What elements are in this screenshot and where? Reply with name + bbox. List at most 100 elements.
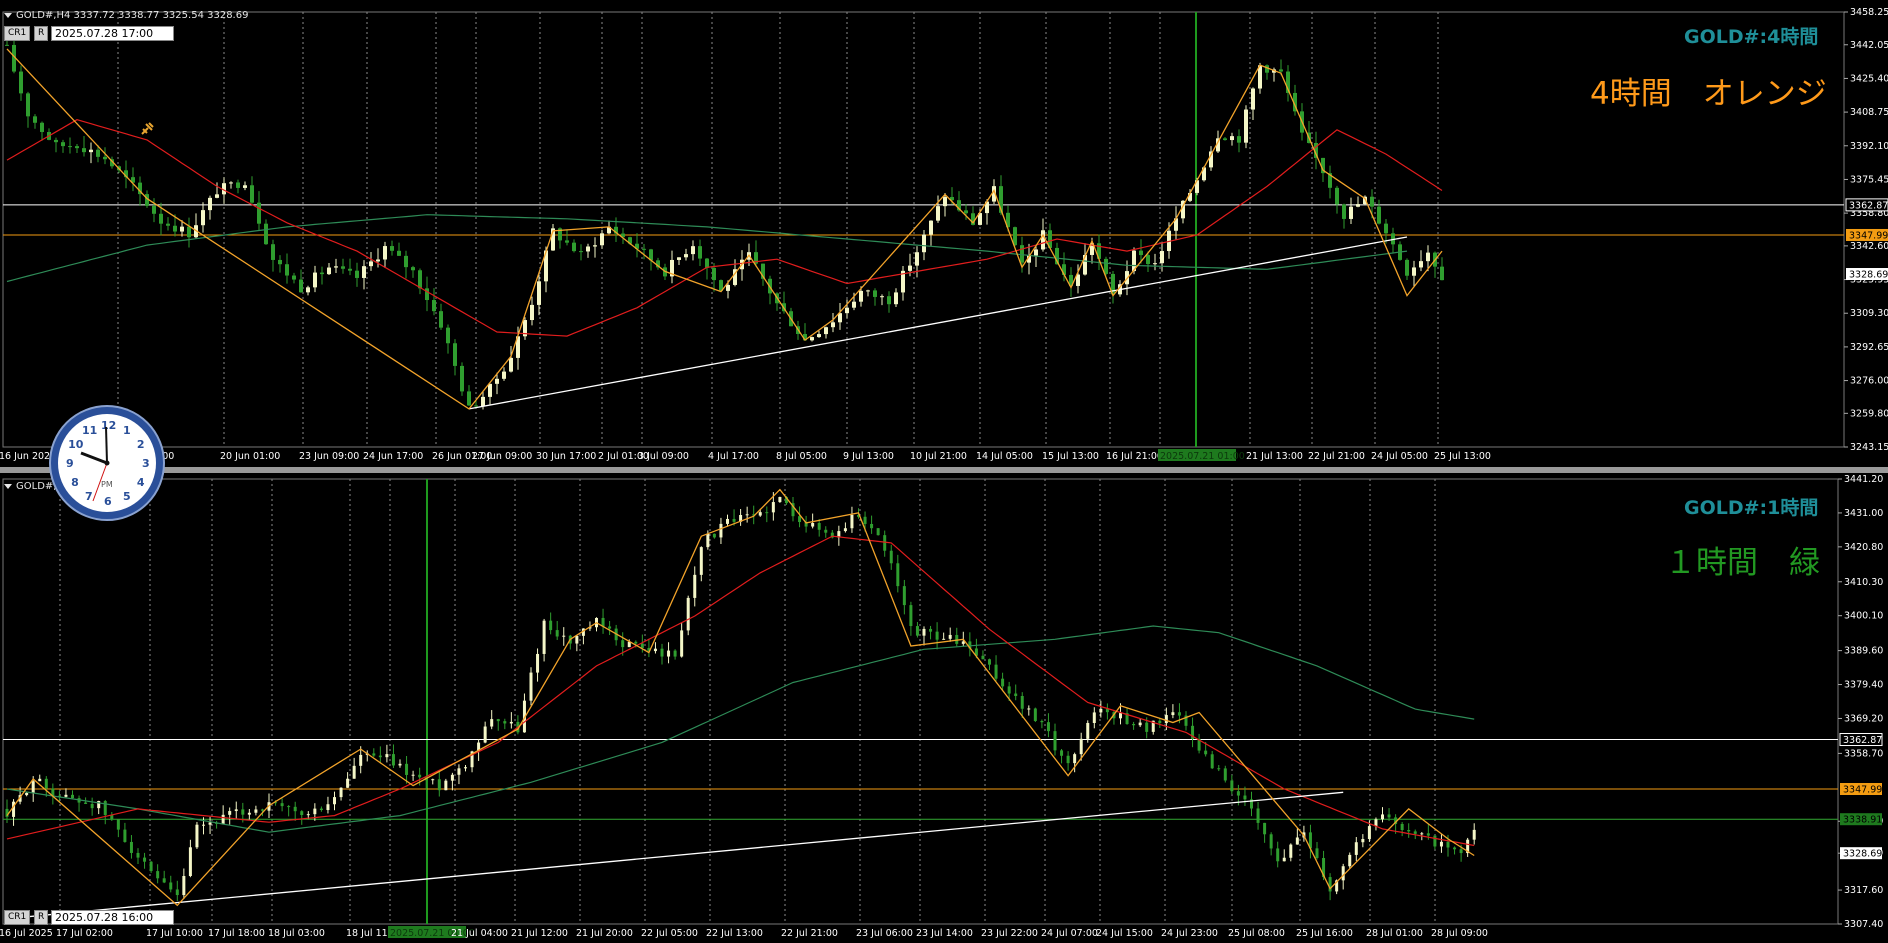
- clock-number: 5: [123, 490, 131, 503]
- clock-number: 11: [82, 424, 97, 437]
- candle-body: [948, 634, 952, 639]
- candle-body: [1361, 838, 1365, 843]
- symbol-title: GOLD#:1時間: [1684, 497, 1819, 519]
- candle-body: [271, 244, 275, 260]
- candle-body: [1073, 754, 1077, 764]
- candle-body: [693, 574, 697, 598]
- candle-body: [922, 628, 926, 636]
- candle-body: [1066, 755, 1070, 764]
- x-axis-label: 21 Jul 20:00: [576, 928, 633, 939]
- candle-body: [1099, 708, 1103, 713]
- candle-body: [341, 266, 345, 269]
- candle-body: [873, 290, 877, 297]
- candle-body: [228, 811, 232, 815]
- candle-body: [691, 246, 695, 255]
- candle-body: [810, 337, 814, 341]
- candle-body: [169, 882, 173, 890]
- candle-body: [116, 819, 120, 830]
- x-axis-label: 23 Jul 14:00: [916, 928, 973, 939]
- x-axis-label: 16 Jul 21:00: [1106, 451, 1163, 462]
- cr1-button[interactable]: CR1: [4, 26, 31, 41]
- candle-body: [1223, 768, 1227, 781]
- candle-body: [929, 220, 933, 235]
- candle-body: [432, 300, 436, 312]
- candle-body: [208, 197, 212, 211]
- candle-body: [593, 245, 597, 247]
- candle-body: [143, 857, 147, 862]
- candle-body: [378, 755, 382, 758]
- candle-body: [299, 279, 303, 293]
- analog-clock: 12 1 2 3 4 5 6 7 8 9 10 11 PM: [49, 405, 165, 521]
- candle-body: [1289, 844, 1293, 858]
- candle-body: [542, 620, 546, 654]
- chart-h1-canvas[interactable]: 16 Jul 2025 17 Jul 02:00 17 Jul 10:00 17 Ju…: [0, 473, 1888, 943]
- r-button[interactable]: R: [34, 26, 49, 41]
- plot-frame: [2, 11, 1845, 448]
- candle-body: [1160, 251, 1164, 264]
- candle-body: [909, 605, 913, 627]
- cr1-button[interactable]: CR1: [4, 910, 31, 925]
- candle-body: [634, 641, 638, 644]
- candle-body: [1439, 841, 1443, 847]
- x-axis-label: 22 Jul 13:00: [706, 928, 763, 939]
- candle-body: [1472, 829, 1476, 840]
- timeframe-label-orange: 4時間 オレンジ: [1590, 76, 1827, 112]
- candle-body: [908, 265, 912, 271]
- candle-body: [942, 638, 946, 640]
- candle-body: [922, 234, 926, 253]
- y-axis-label: 3441.20: [1844, 474, 1883, 485]
- candle-body: [680, 630, 684, 657]
- candle-body: [173, 225, 177, 232]
- candle-body: [1251, 88, 1255, 110]
- r-button[interactable]: R: [34, 910, 49, 925]
- candle-body: [1367, 826, 1371, 839]
- candle-body: [187, 226, 191, 238]
- candle-body: [621, 640, 625, 648]
- candle-body: [96, 149, 100, 157]
- y-axis-label: 3410.30: [1844, 577, 1883, 588]
- x-axis-label: 21 Jul 13:00: [1246, 451, 1303, 462]
- price-tag: 3338.91: [1843, 815, 1882, 826]
- candle-body: [346, 778, 350, 788]
- candle-body: [1079, 738, 1083, 755]
- clock-number: 4: [137, 476, 145, 489]
- candle-body: [745, 514, 749, 516]
- candle-body: [260, 809, 264, 811]
- chart-h4[interactable]: 16 Jun 202517 Jun 01:0020 Jun 01:0023 Ju…: [0, 0, 1888, 467]
- clock-number: 6: [104, 495, 112, 508]
- candle-body: [75, 146, 79, 149]
- candle-body: [411, 267, 415, 271]
- candle-body: [686, 597, 690, 631]
- candle-body: [536, 653, 540, 673]
- candle-body: [902, 586, 906, 606]
- candle-body: [1420, 833, 1424, 835]
- x-axis-label: 2025.07.21 01:00: [1160, 451, 1245, 462]
- x-axis-label: 17 Jul 18:00: [208, 928, 265, 939]
- candle-body: [1453, 847, 1457, 850]
- candle-body: [1440, 266, 1444, 281]
- x-axis-label: 21 Jul 04:00: [451, 928, 508, 939]
- candle-body: [38, 778, 42, 782]
- candle-body: [850, 514, 854, 529]
- candle-body: [1400, 823, 1404, 831]
- candle-body: [1153, 263, 1157, 265]
- candle-body: [339, 787, 343, 798]
- candle-body: [929, 628, 933, 632]
- candle-body: [68, 146, 72, 148]
- candle-body: [1263, 822, 1267, 835]
- candle-body: [446, 327, 450, 344]
- candle-body: [1426, 833, 1430, 836]
- candle-body: [33, 116, 37, 123]
- price-tag: 3362.87: [1849, 200, 1888, 211]
- candle-body: [562, 635, 566, 637]
- candle-body: [411, 774, 415, 776]
- candle-body: [306, 287, 310, 293]
- price-tag: 3328.69: [1843, 849, 1882, 860]
- candle-body: [250, 185, 254, 203]
- x-axis-label: 3 Jul 09:00: [638, 451, 689, 462]
- collapse-triangle-icon[interactable]: [4, 483, 12, 489]
- collapse-triangle-icon[interactable]: [4, 12, 12, 18]
- chart-h1[interactable]: 16 Jul 2025 17 Jul 02:00 17 Jul 10:00 17 Ju…: [0, 473, 1888, 943]
- y-axis-label: 3389.60: [1844, 646, 1883, 657]
- x-axis-label: 25 Jul 08:00: [1228, 928, 1285, 939]
